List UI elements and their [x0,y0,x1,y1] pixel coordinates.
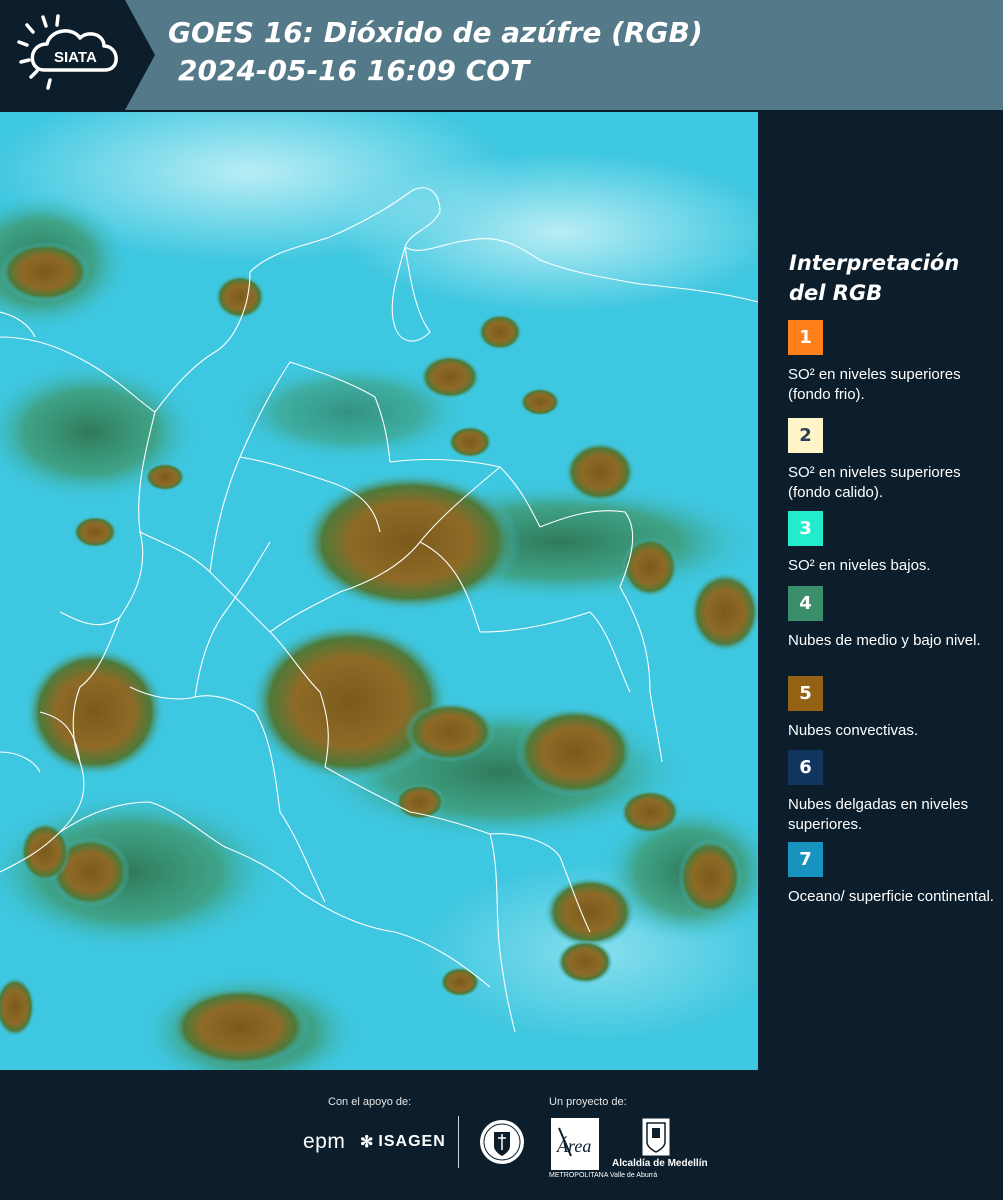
area-subtitle: METROPOLITANA Valle de Aburrá [549,1172,658,1179]
legend-number-7: 7 [799,849,812,870]
legend-item-6: 6 Nubes delgadas en niveles superiores. [788,750,998,835]
project-label: Un proyecto de: [549,1096,627,1108]
legend-text-1: SO² en niveles superiores (fondo frio). [788,366,961,403]
area-logo-text: Área [556,1135,591,1156]
legend-item-4: 4 Nubes de medio y bajo nivel. [788,586,998,651]
legend-swatch-3: 3 [788,511,823,546]
isagen-logo-text: ISAGEN [378,1133,446,1150]
legend-title-line1: Interpretación [789,251,960,275]
legend-swatch-4: 4 [788,586,823,621]
footer-divider [458,1116,459,1168]
legend-text-6: Nubes delgadas en niveles superiores. [788,796,969,833]
legend-swatch-2: 2 [788,418,823,453]
legend-item-2: 2 SO² en niveles superiores (fondo calid… [788,418,998,503]
page-title-line2: 2024-05-16 16:09 COT [178,54,530,87]
legend-item-3: 3 SO² en niveles bajos. [788,511,998,576]
satellite-map[interactable] [0,112,758,1070]
siata-logo[interactable]: SIATA [0,0,155,110]
legend-text-5: Nubes convectivas. [788,722,919,739]
support-label: Con el apoyo de: [328,1096,412,1108]
alcaldia-shield-icon[interactable] [642,1118,670,1156]
legend-swatch-1: 1 [788,320,823,355]
legend-number-4: 4 [799,593,812,614]
alcaldia-text: Alcaldía de Medellín [612,1158,708,1169]
legend-text-4: Nubes de medio y bajo nivel. [788,632,981,649]
page-title: GOES 16: Dióxido de azúfre (RGB) 2024-05… [168,14,703,90]
epm-logo[interactable]: epm [303,1130,345,1154]
legend-number-1: 1 [799,327,812,348]
legend-item-5: 5 Nubes convectivas. [788,676,998,741]
legend-title-line2: del RGB [789,281,883,305]
legend-text-3: SO² en niveles bajos. [788,557,931,574]
legend-swatch-6: 6 [788,750,823,785]
legend-item-1: 1 SO² en niveles superiores (fondo frio)… [788,320,998,405]
legend-number-5: 5 [799,683,812,704]
footer: Con el apoyo de: Un proyecto de: epm ✻ I… [0,1070,1003,1200]
legend-text-2: SO² en niveles superiores (fondo calido)… [788,464,961,501]
isagen-mark-icon: ✻ [360,1134,375,1151]
legend-item-7: 7 Oceano/ superficie continental. [788,842,998,907]
legend-title: Interpretación del RGB [789,248,959,308]
legend-number-3: 3 [799,518,812,539]
legend-panel: Interpretación del RGB 1 SO² en niveles … [760,110,1003,1070]
header-bar: SIATA GOES 16: Dióxido de azúfre (RGB) 2… [0,0,1003,110]
isagen-logo[interactable]: ✻ ISAGEN [360,1132,446,1152]
legend-number-2: 2 [799,425,812,446]
legend-number-6: 6 [799,757,812,778]
legend-swatch-7: 7 [788,842,823,877]
medellin-seal-icon[interactable] [478,1118,526,1166]
siata-logo-text: SIATA [54,49,97,66]
page-title-line1: GOES 16: Dióxido de azúfre (RGB) [168,16,703,49]
legend-swatch-5: 5 [788,676,823,711]
area-metropolitana-logo[interactable]: Área [551,1118,599,1170]
legend-text-7: Oceano/ superficie continental. [788,888,994,905]
